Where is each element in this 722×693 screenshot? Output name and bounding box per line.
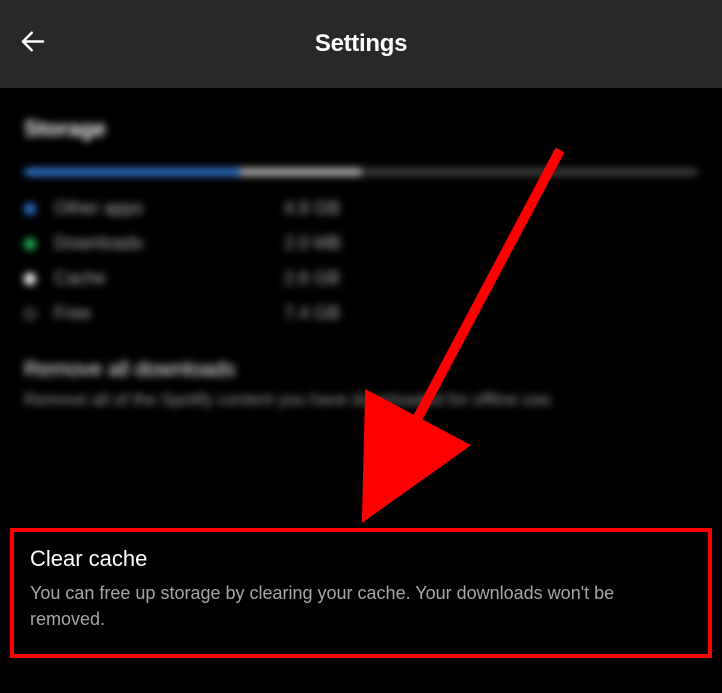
storage-bar — [24, 168, 698, 176]
storage-legend: Other apps 4.8 GB Downloads 2.0 MB Cache… — [24, 198, 698, 324]
legend-label: Other apps — [54, 198, 284, 219]
blurred-background-section: Storage Other apps 4.8 GB Downloads 2.0 … — [24, 116, 698, 413]
clear-cache-title: Clear cache — [30, 546, 692, 572]
dot-green-icon — [24, 238, 36, 250]
arrow-left-icon — [18, 27, 48, 57]
storage-bar-other-apps — [24, 168, 240, 176]
legend-row-free: Free 7.4 GB — [24, 303, 698, 324]
storage-bar-cache — [240, 168, 361, 176]
page-title: Settings — [0, 30, 722, 58]
clear-cache-item[interactable]: Clear cache You can free up storage by c… — [10, 528, 712, 658]
dot-outline-icon — [24, 308, 36, 320]
remove-all-downloads-desc: Remove all of the Spotify content you ha… — [24, 388, 698, 413]
legend-value: 2.6 GB — [284, 268, 340, 289]
storage-bar-free — [361, 168, 698, 176]
legend-value: 4.8 GB — [284, 198, 340, 219]
legend-label: Cache — [54, 268, 284, 289]
legend-row-cache: Cache 2.6 GB — [24, 268, 698, 289]
legend-label: Downloads — [54, 233, 284, 254]
dot-blue-icon — [24, 203, 36, 215]
remove-all-downloads-item[interactable]: Remove all downloads Remove all of the S… — [24, 358, 698, 413]
back-button[interactable] — [18, 27, 48, 62]
clear-cache-desc: You can free up storage by clearing your… — [30, 580, 692, 632]
settings-header: Settings — [0, 0, 722, 88]
dot-white-icon — [24, 273, 36, 285]
legend-row-other-apps: Other apps 4.8 GB — [24, 198, 698, 219]
remove-all-downloads-title: Remove all downloads — [24, 358, 698, 382]
legend-label: Free — [54, 303, 284, 324]
legend-value: 2.0 MB — [284, 233, 341, 254]
legend-row-downloads: Downloads 2.0 MB — [24, 233, 698, 254]
legend-value: 7.4 GB — [284, 303, 340, 324]
storage-section-title: Storage — [24, 116, 698, 142]
